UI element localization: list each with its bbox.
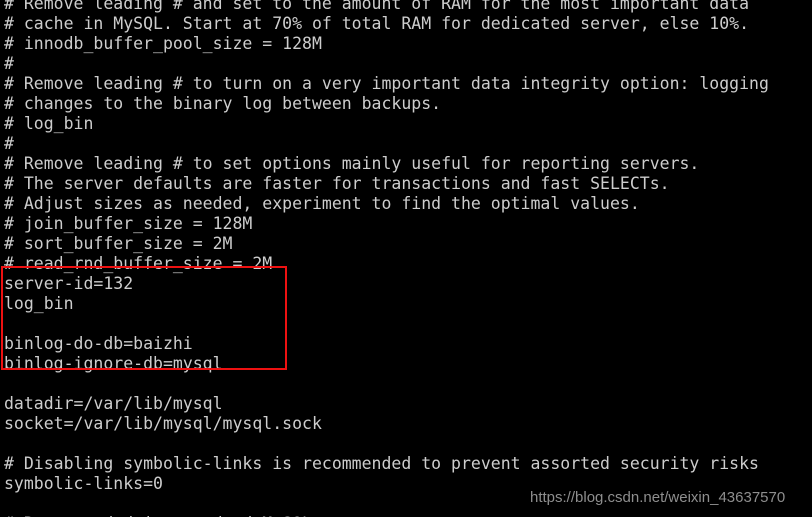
terminal-line: # (4, 134, 14, 153)
terminal-text-area[interactable]: # Remove leading # and set to the amount… (0, 0, 812, 517)
terminal-line-binlog-ignore-db: binlog-ignore-db=mysql (4, 354, 223, 373)
terminal-line: # (4, 54, 14, 73)
terminal-line-datadir: datadir=/var/lib/mysql (4, 394, 223, 413)
terminal-line: # log_bin (4, 114, 94, 133)
terminal-line: # Disabling symbolic-links is recommende… (4, 454, 759, 473)
terminal-line: # The server defaults are faster for tra… (4, 174, 670, 193)
terminal-line: # changes to the binary log between back… (4, 94, 442, 113)
terminal-screenshot: # Remove leading # and set to the amount… (0, 0, 812, 517)
terminal-line-socket: socket=/var/lib/mysql/mysql.sock (4, 414, 322, 433)
watermark-url: https://blog.csdn.net/weixin_43637570 (530, 489, 786, 506)
terminal-line-server-id: server-id=132 (4, 274, 134, 293)
terminal-line: # sort_buffer_size = 2M (4, 234, 233, 253)
terminal-line: # cache in MySQL. Start at 70% of total … (4, 14, 750, 33)
terminal-line: # innodb_buffer_pool_size = 128M (4, 34, 322, 53)
terminal-line: # join_buffer_size = 128M (4, 214, 253, 233)
terminal-line: # read_rnd_buffer_size = 2M (4, 254, 273, 273)
terminal-line-binlog-do-db: binlog-do-db=baizhi (4, 334, 193, 353)
terminal-line: # Remove leading # to set options mainly… (4, 154, 700, 173)
terminal-line: # Adjust sizes as needed, experiment to … (4, 194, 640, 213)
terminal-line: # Remove leading # and set to the amount… (4, 0, 750, 13)
terminal-line: # Remove leading # to turn on a very imp… (4, 74, 769, 93)
terminal-line-log-bin: log_bin (4, 294, 74, 313)
